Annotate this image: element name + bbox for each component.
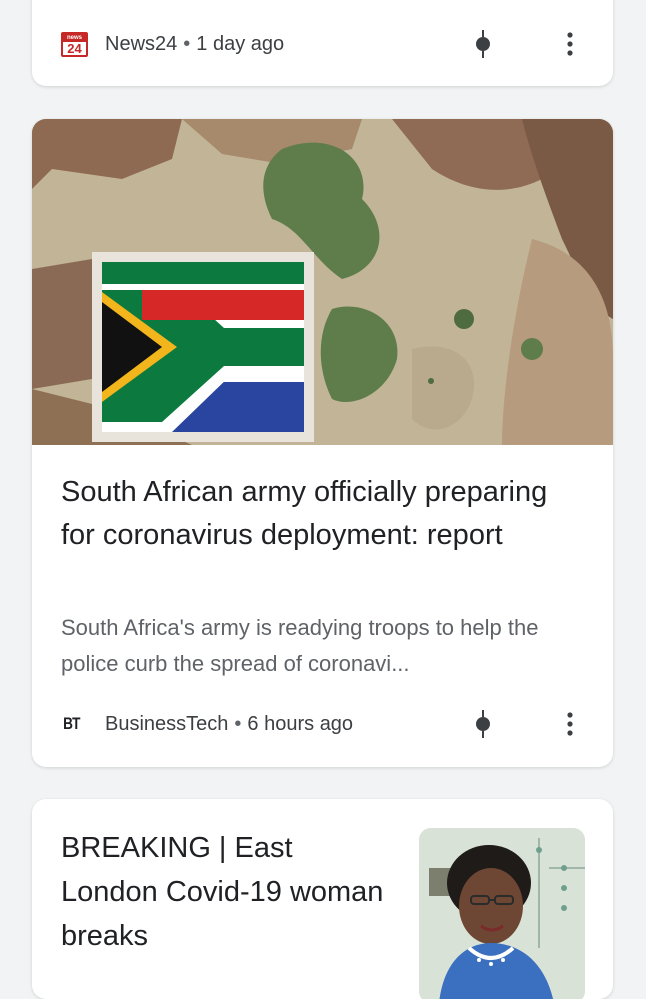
pin-icon[interactable] [475,708,491,740]
meta-separator: • [183,32,191,55]
news-card-news24[interactable]: news 24 News24 • 1 day ago [32,0,613,86]
source-name: News24 [105,32,178,55]
more-vert-icon[interactable] [563,31,577,57]
meta-separator: • [234,712,242,735]
article-headline[interactable]: South African army officially preparing … [61,471,581,557]
source-name: BusinessTech [105,712,229,735]
article-thumbnail[interactable] [419,828,585,999]
news24-logo-number: 24 [67,40,82,56]
publish-time: 6 hours ago [247,712,354,735]
publish-time: 1 day ago [196,32,285,55]
news24-logo: news 24 [61,31,88,57]
source-row: BT BusinessTech • 6 hours ago [32,704,613,744]
article-image[interactable] [32,119,613,445]
source-row: news 24 News24 • 1 day ago [32,24,613,64]
businesstech-logo: BT [61,714,82,734]
pin-icon[interactable] [475,28,491,60]
more-vert-icon[interactable] [563,711,577,737]
source-meta: BusinessTech • 6 hours ago [105,713,353,736]
source-meta: News24 • 1 day ago [105,33,284,56]
article-snippet: South Africa's army is readying troops t… [61,615,539,676]
news-card-east-london[interactable]: BREAKING | East London Covid-19 woman br… [32,799,613,999]
businesstech-logo-text: BT [63,714,80,733]
news-card-army[interactable]: South African army officially preparing … [32,119,613,767]
article-headline[interactable]: BREAKING | East London Covid-19 woman br… [61,826,391,958]
